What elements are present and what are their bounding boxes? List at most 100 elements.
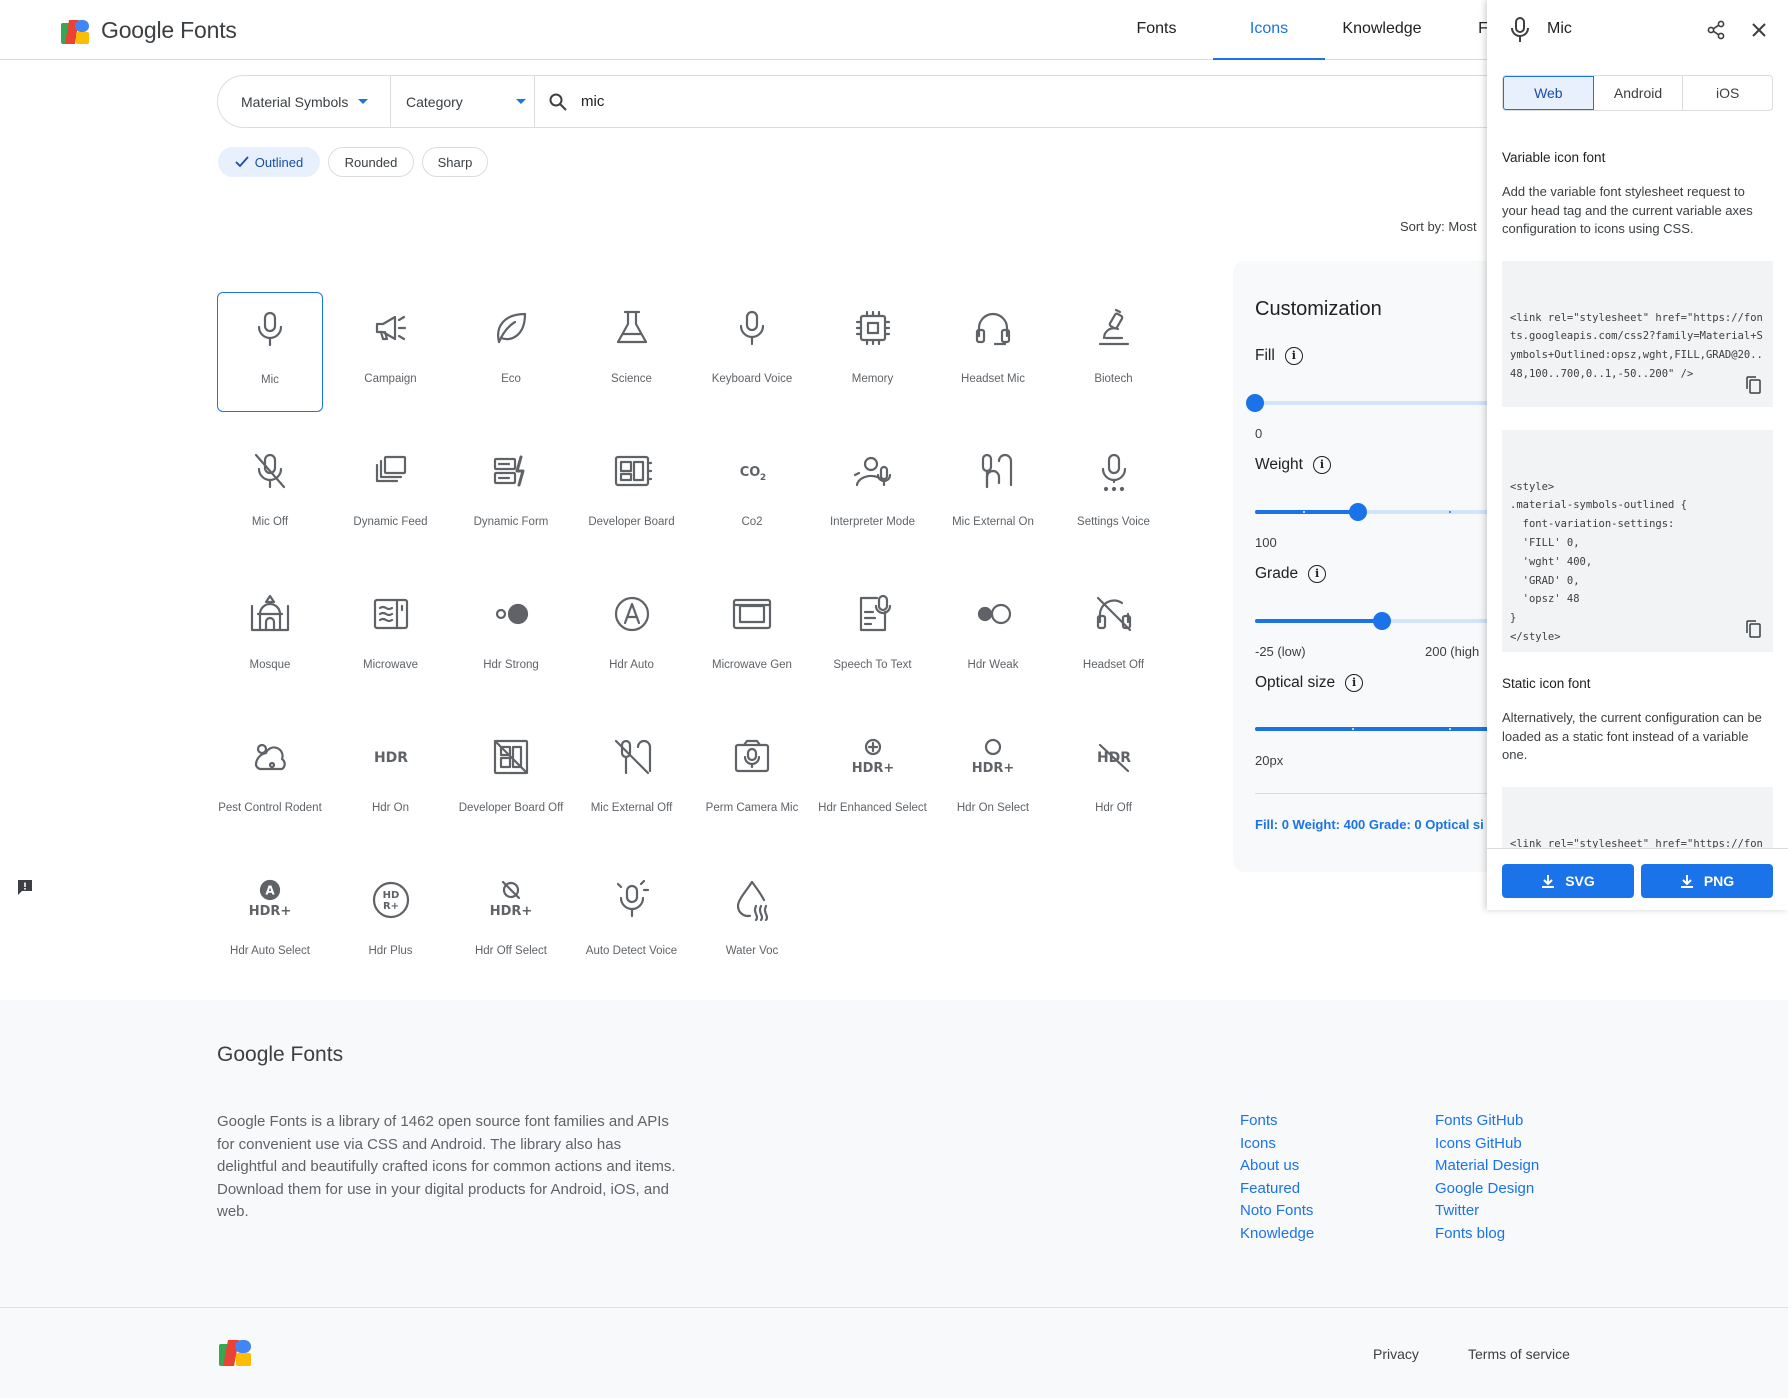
style-code: <style> .material-symbols-outlined { fon…: [1510, 480, 1688, 643]
platform-ios[interactable]: iOS: [1683, 76, 1772, 110]
feedback-icon[interactable]: [16, 878, 34, 896]
icon-tile[interactable]: Mic External Off: [579, 721, 685, 841]
weight-slider-thumb[interactable]: [1349, 503, 1368, 521]
icon-tile[interactable]: Hdr Strong: [458, 578, 564, 698]
fill-slider-thumb[interactable]: [1246, 394, 1264, 412]
developer-board-icon: [610, 449, 654, 493]
perm-camera-mic-icon: [730, 735, 774, 779]
icon-tile[interactable]: Science: [579, 292, 685, 412]
chevron-down-icon: [358, 99, 369, 104]
copy-icon[interactable]: [1745, 376, 1761, 394]
interpreter-mode-icon: [851, 449, 895, 493]
search-input[interactable]: mic: [581, 76, 1381, 127]
icon-tile[interactable]: Interpreter Mode: [820, 435, 926, 555]
icon-tile[interactable]: Settings Voice: [1061, 435, 1167, 555]
footer-link[interactable]: Knowledge: [1240, 1224, 1314, 1244]
close-icon[interactable]: [1751, 22, 1767, 38]
icon-tile[interactable]: A HDR+ Hdr Auto Select: [217, 864, 323, 984]
icon-tile[interactable]: Keyboard Voice: [699, 292, 805, 412]
icon-tile[interactable]: Mic External On: [940, 435, 1046, 555]
privacy-link[interactable]: Privacy: [1373, 1346, 1419, 1362]
copy-icon[interactable]: [1745, 620, 1761, 638]
info-icon[interactable]: i: [1312, 456, 1331, 474]
tab-icons[interactable]: Icons: [1213, 0, 1325, 60]
family-select[interactable]: Material Symbols: [241, 76, 391, 127]
google-fonts-logo[interactable]: Google Fonts: [61, 17, 237, 44]
footer-link[interactable]: Fonts: [1240, 1111, 1314, 1131]
grade-slider-thumb[interactable]: [1373, 612, 1392, 630]
icon-tile[interactable]: HD R+ Hdr Plus: [338, 864, 444, 984]
fill-slider[interactable]: [1246, 394, 1495, 412]
optical-size-label: Optical size i: [1255, 674, 1364, 692]
footer-link[interactable]: Noto Fonts: [1240, 1201, 1314, 1221]
terms-link[interactable]: Terms of service: [1468, 1346, 1570, 1362]
svg-text:HDR+: HDR+: [851, 761, 894, 776]
category-select-value: Category: [406, 93, 463, 110]
icon-tile[interactable]: Developer Board Off: [458, 721, 564, 841]
icon-tile[interactable]: HDR Hdr On: [338, 721, 444, 841]
chip-outlined[interactable]: Outlined: [218, 147, 320, 177]
footer-brand[interactable]: Google Fonts: [217, 1043, 343, 1067]
chip-rounded[interactable]: Rounded: [328, 147, 414, 177]
footer-link[interactable]: Fonts blog: [1435, 1224, 1539, 1244]
icon-tile[interactable]: Mic: [217, 292, 323, 412]
platform-web[interactable]: Web: [1503, 76, 1594, 110]
icon-tile[interactable]: Memory: [820, 292, 926, 412]
tab-fonts[interactable]: Fonts: [1119, 0, 1194, 60]
icon-tile[interactable]: Water Voc: [699, 864, 805, 984]
icon-tile[interactable]: Speech To Text: [820, 578, 926, 698]
share-icon[interactable]: [1706, 20, 1726, 40]
icon-tile[interactable]: Dynamic Form: [458, 435, 564, 555]
icon-tile-label: Mic: [261, 374, 279, 386]
footer-link[interactable]: Google Design: [1435, 1179, 1539, 1199]
grade-slider[interactable]: [1255, 612, 1495, 630]
eco-icon: [489, 306, 533, 350]
icon-tile[interactable]: Headset Off: [1061, 578, 1167, 698]
footer-link[interactable]: About us: [1240, 1156, 1314, 1176]
icon-tile[interactable]: Pest Control Rodent: [217, 721, 323, 841]
icon-tile[interactable]: Hdr Auto: [579, 578, 685, 698]
icon-tile[interactable]: HDR+ Hdr Off Select: [458, 864, 564, 984]
icon-tile[interactable]: Eco: [458, 292, 564, 412]
icon-tile[interactable]: Microwave Gen: [699, 578, 805, 698]
icon-tile[interactable]: CO 2 Co2: [699, 435, 805, 555]
footer-link[interactable]: Featured: [1240, 1179, 1314, 1199]
icon-tile[interactable]: Auto Detect Voice: [579, 864, 685, 984]
platform-android[interactable]: Android: [1594, 76, 1684, 110]
tab-knowledge[interactable]: Knowledge: [1330, 0, 1434, 60]
footer-link[interactable]: Icons: [1240, 1134, 1314, 1154]
variable-link-code-block[interactable]: <link rel="stylesheet" href="https://fon…: [1502, 261, 1773, 407]
optical-size-slider[interactable]: [1255, 727, 1495, 731]
icon-tile[interactable]: Mosque: [217, 578, 323, 698]
info-icon[interactable]: i: [1345, 674, 1364, 692]
style-code-block[interactable]: <style> .material-symbols-outlined { fon…: [1502, 430, 1773, 652]
mic-off-icon: [248, 449, 292, 493]
footer-link[interactable]: Icons GitHub: [1435, 1134, 1539, 1154]
footer-link[interactable]: Fonts GitHub: [1435, 1111, 1539, 1131]
icon-tile[interactable]: Headset Mic: [940, 292, 1046, 412]
icon-tile[interactable]: Biotech: [1061, 292, 1167, 412]
google-fonts-mark-icon[interactable]: [219, 1338, 253, 1366]
info-icon[interactable]: i: [1284, 347, 1303, 365]
download-svg-button[interactable]: SVG: [1502, 864, 1634, 898]
sort-by-dropdown[interactable]: Sort by: Most: [1400, 219, 1477, 234]
download-png-button[interactable]: PNG: [1641, 864, 1773, 898]
icon-tile[interactable]: Campaign: [338, 292, 444, 412]
footer-link[interactable]: Material Design: [1435, 1156, 1539, 1176]
info-icon[interactable]: i: [1308, 565, 1327, 583]
icon-tile[interactable]: HDR+ Hdr Enhanced Select: [818, 721, 927, 841]
icon-tile[interactable]: Perm Camera Mic: [699, 721, 805, 841]
weight-label-text: Weight: [1255, 456, 1303, 473]
category-select[interactable]: Category: [406, 76, 526, 127]
icon-tile[interactable]: HDR+ Hdr On Select: [940, 721, 1046, 841]
icon-tile-label: Speech To Text: [833, 659, 912, 671]
icon-tile[interactable]: Developer Board: [579, 435, 685, 555]
weight-slider[interactable]: [1255, 503, 1495, 521]
icon-tile[interactable]: Dynamic Feed: [338, 435, 444, 555]
icon-tile[interactable]: Mic Off: [217, 435, 323, 555]
icon-tile[interactable]: Microwave: [338, 578, 444, 698]
footer-link[interactable]: Twitter: [1435, 1201, 1539, 1221]
icon-tile[interactable]: HDR Hdr Off: [1061, 721, 1167, 841]
chip-sharp[interactable]: Sharp: [422, 147, 488, 177]
icon-tile[interactable]: Hdr Weak: [940, 578, 1046, 698]
